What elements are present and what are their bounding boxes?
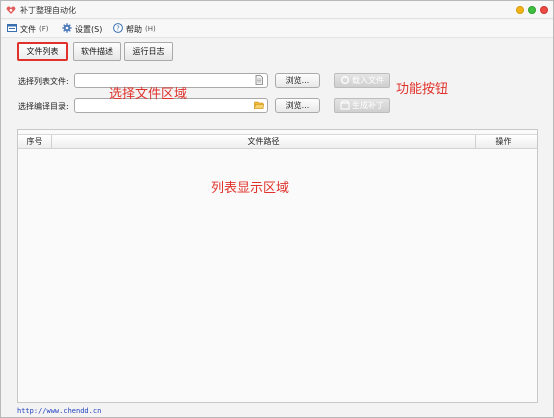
tab-software-description[interactable]: 软件描述 bbox=[73, 42, 121, 61]
load-icon bbox=[340, 75, 350, 87]
column-header-index[interactable]: 序号 bbox=[18, 135, 52, 148]
menu-settings-label: 设置(S) bbox=[75, 24, 103, 34]
menu-help[interactable]: ? 帮助 (H) bbox=[113, 23, 156, 35]
annotation-function-buttons: 功能按钮 bbox=[396, 82, 449, 97]
annotation-select-area: 选择文件区域 bbox=[109, 87, 188, 102]
folder-open-icon[interactable] bbox=[254, 100, 265, 110]
load-file-label: 载入文件 bbox=[352, 76, 384, 85]
menu-file-shortcut: (F) bbox=[39, 25, 49, 33]
column-header-action[interactable]: 操作 bbox=[476, 135, 531, 148]
compile-dir-label: 选择编译目录: bbox=[18, 102, 69, 111]
browse-list-file-button[interactable]: 浏览... bbox=[275, 73, 320, 88]
tab-run-log[interactable]: 运行日志 bbox=[124, 42, 173, 61]
menu-settings[interactable]: 设置(S) bbox=[62, 23, 102, 35]
load-file-button[interactable]: 载入文件 bbox=[334, 73, 390, 88]
title-bar[interactable]: 补丁整理自动化 bbox=[1, 1, 553, 19]
menu-file[interactable]: 文件 (F) bbox=[7, 23, 49, 35]
column-header-path[interactable]: 文件路径 bbox=[52, 135, 476, 148]
window-title: 补丁整理自动化 bbox=[20, 6, 76, 15]
maximize-button[interactable] bbox=[528, 6, 536, 14]
close-button[interactable] bbox=[540, 6, 548, 14]
help-icon: ? bbox=[113, 23, 123, 35]
svg-text:?: ? bbox=[116, 25, 120, 33]
annotation-list-area: 列表显示区域 bbox=[211, 181, 290, 196]
gear-icon bbox=[62, 23, 72, 35]
table-header: 序号 文件路径 操作 bbox=[18, 134, 537, 149]
document-icon[interactable] bbox=[254, 75, 264, 85]
app-logo-icon bbox=[6, 5, 16, 15]
menu-bar: 文件 (F) 设置(S) ? 帮助 (H) bbox=[1, 20, 553, 38]
status-url: http://www.chendd.cn bbox=[17, 407, 102, 415]
generate-patch-button[interactable]: 生成补丁 bbox=[334, 98, 390, 113]
minimize-button[interactable] bbox=[516, 6, 524, 14]
package-icon bbox=[340, 99, 350, 112]
main-window: 补丁整理自动化 文件 (F) 设置(S) ? 帮助 (H) 文件列表 软件描述 … bbox=[0, 0, 554, 418]
browse-compile-dir-button[interactable]: 浏览... bbox=[275, 98, 320, 113]
file-list-table[interactable]: 序号 文件路径 操作 bbox=[17, 129, 538, 403]
menu-file-label: 文件 bbox=[20, 24, 36, 34]
menu-help-label: 帮助 bbox=[126, 24, 142, 34]
menu-help-shortcut: (H) bbox=[145, 25, 156, 33]
file-menu-icon bbox=[7, 23, 17, 35]
generate-patch-label: 生成补丁 bbox=[352, 101, 384, 110]
list-file-label: 选择列表文件: bbox=[18, 77, 69, 86]
tab-file-list[interactable]: 文件列表 bbox=[17, 42, 68, 61]
